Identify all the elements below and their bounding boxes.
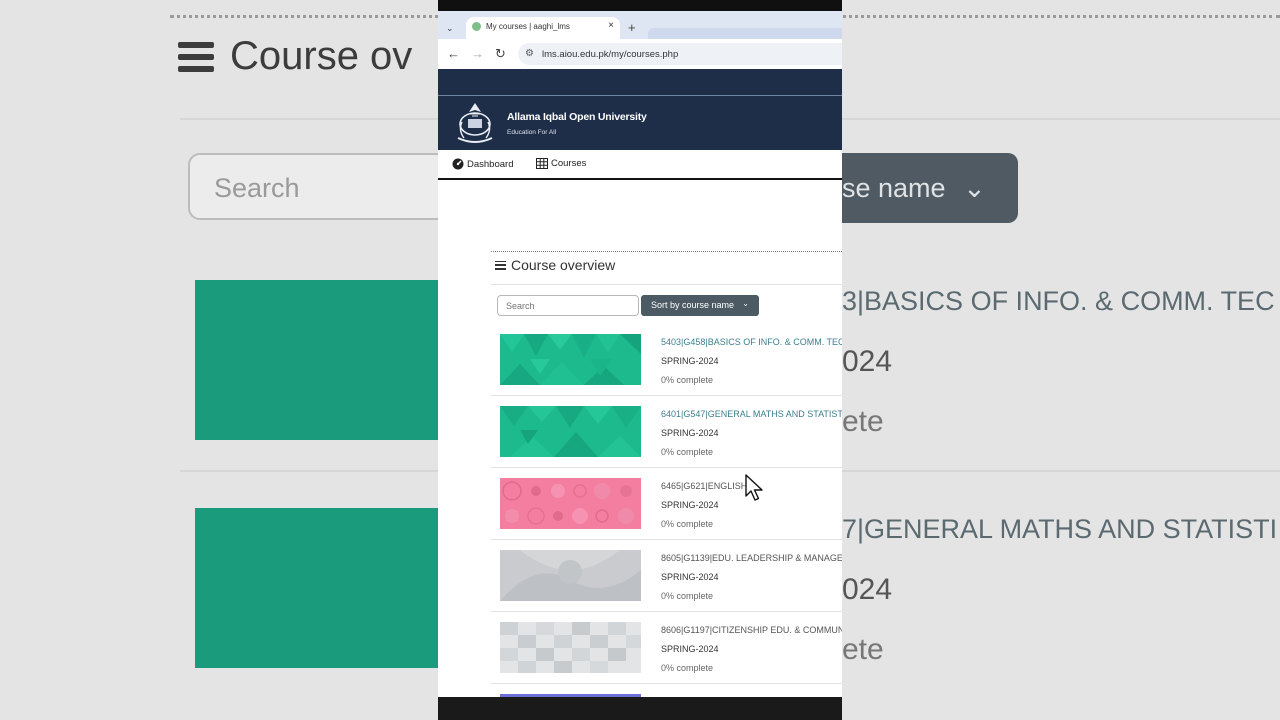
site-tagline: Education For All (507, 129, 557, 136)
course-image[interactable] (500, 622, 641, 673)
new-tab-icon[interactable]: + (628, 20, 636, 35)
bg-course-name: 7|GENERAL MATHS AND STATISTI (842, 514, 1278, 544)
course-progress: 0% complete (661, 663, 714, 673)
tab-strip: ⌄ My courses | aaghi_lms × + (438, 11, 842, 39)
favicon-icon (472, 22, 481, 31)
course-term: SPRING-2024 (661, 500, 719, 510)
hamburger-icon[interactable] (495, 260, 506, 270)
bg-course-overview-title: Course ov (178, 34, 412, 79)
sort-dropdown-button[interactable]: Sort by course name ⌄ (641, 295, 759, 316)
course-name-link[interactable]: 5403|G458|BASICS OF INFO. & COMM. TECH (661, 337, 842, 347)
bg-course-term: 024 (842, 345, 893, 378)
bg-course-term: 024 (842, 573, 893, 606)
tab-close-icon[interactable]: × (608, 20, 614, 31)
reload-icon[interactable]: ↻ (495, 46, 506, 62)
course-image[interactable] (500, 478, 641, 529)
bg-sort-button: se name ⌄ (820, 153, 1018, 223)
course-progress: 0% complete (661, 375, 714, 385)
tab-list-chevron-icon[interactable]: ⌄ (446, 23, 454, 34)
grid-icon (536, 158, 548, 169)
course-list-item[interactable]: 8606|G1197|CITIZENSHIP EDU. & COMMUNITY … (491, 612, 842, 684)
course-list-item[interactable]: 5403|G458|BASICS OF INFO. & COMM. TECH S… (491, 324, 842, 396)
forward-arrow-icon[interactable]: → (471, 46, 484, 61)
url-field[interactable]: ⚙ lms.aiou.edu.pk/my/courses.php (518, 43, 842, 65)
course-term: SPRING-2024 (661, 572, 719, 582)
bg-course-thumb (195, 508, 455, 668)
browser-window: ⌄ My courses | aaghi_lms × + ← → ↻ ⚙ lms… (438, 0, 842, 720)
site-top-strip (438, 69, 842, 96)
block-rule (491, 284, 842, 285)
course-image[interactable] (500, 550, 641, 601)
course-progress: 0% complete (661, 447, 714, 457)
bg-chevron-down-icon: ⌄ (963, 173, 986, 203)
course-list-item[interactable]: 8605|G1139|EDU. LEADERSHIP & MANAGEMENT … (491, 540, 842, 612)
browser-tab[interactable]: My courses | aaghi_lms × (466, 17, 620, 39)
course-name-link[interactable]: 6465|G621|ENGLISH (661, 481, 747, 491)
university-logo-icon[interactable] (450, 100, 500, 146)
course-list-item[interactable]: 6465|G621|ENGLISH SPRING-2024 0% complet… (491, 468, 842, 540)
block-divider (491, 251, 842, 252)
course-overview-title: Course overview (495, 257, 615, 273)
nav-dashboard[interactable]: Dashboard (452, 158, 513, 170)
dashboard-icon (452, 158, 464, 170)
course-name-link[interactable]: 8605|G1139|EDU. LEADERSHIP & MANAGEMENT (661, 553, 842, 563)
course-search-input[interactable] (497, 295, 639, 316)
bg-course-progress: ete (842, 633, 884, 666)
course-progress: 0% complete (661, 591, 714, 601)
status-bar (438, 0, 842, 11)
primary-navigation: Dashboard Courses (438, 150, 842, 180)
bg-course-thumb (195, 280, 455, 440)
course-name-link[interactable]: 8606|G1197|CITIZENSHIP EDU. & COMMUNITY (661, 625, 842, 635)
course-term: SPRING-2024 (661, 644, 719, 654)
site-header: Allama Iqbal Open University Education F… (438, 96, 842, 150)
bg-course-progress: ete (842, 405, 884, 438)
address-bar: ← → ↻ ⚙ lms.aiou.edu.pk/my/courses.php (438, 39, 842, 69)
course-name-link[interactable]: 6401|G547|GENERAL MATHS AND STATISTICS (661, 409, 842, 419)
tab-strip-fill (648, 28, 842, 39)
course-term: SPRING-2024 (661, 356, 719, 366)
course-progress: 0% complete (661, 519, 714, 529)
bg-course-name: 3|BASICS OF INFO. & COMM. TEC (842, 286, 1275, 316)
mouse-pointer-icon (745, 474, 763, 501)
course-image[interactable] (500, 406, 641, 457)
navigation-bar (438, 697, 842, 720)
chevron-down-icon: ⌄ (742, 299, 749, 308)
back-arrow-icon[interactable]: ← (447, 46, 460, 61)
course-list-item[interactable]: 6401|G547|GENERAL MATHS AND STATISTICS S… (491, 396, 842, 468)
site-settings-icon[interactable]: ⚙ (525, 48, 534, 59)
nav-courses[interactable]: Courses (536, 158, 586, 169)
course-image[interactable] (500, 334, 641, 385)
site-name[interactable]: Allama Iqbal Open University (507, 111, 647, 123)
course-term: SPRING-2024 (661, 428, 719, 438)
bg-hamburger-icon (178, 41, 214, 72)
